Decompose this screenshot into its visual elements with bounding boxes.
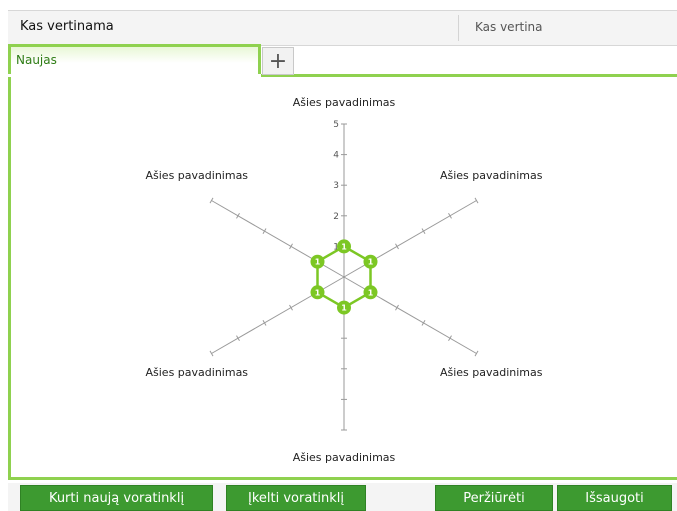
data-point-label: 1 [315, 258, 321, 267]
axis-tick [209, 197, 214, 204]
data-point-label: 1 [368, 288, 374, 297]
axis-tick [236, 212, 240, 219]
axis-tick [289, 304, 293, 311]
axis-label: Ašies pavadinimas [440, 169, 543, 182]
axis-label: Ašies pavadinimas [293, 451, 396, 464]
axis-tick [474, 350, 479, 357]
scale-tick-label: 4 [333, 151, 339, 161]
data-point-label: 1 [315, 288, 321, 297]
axis-label: Ašies pavadinimas [293, 96, 396, 109]
scale-tick-label: 5 [333, 120, 339, 130]
axis-label: Ašies pavadinimas [146, 366, 249, 379]
scale-tick-label: 3 [333, 181, 339, 191]
data-point-label: 1 [368, 258, 374, 267]
axis-line [343, 200, 477, 278]
axis-tick [421, 228, 426, 234]
data-point-label: 1 [341, 304, 347, 313]
axis-tick [262, 320, 267, 326]
axis-tick [209, 350, 214, 357]
axis-tick [448, 335, 452, 342]
axis-tick [421, 320, 426, 326]
scale-tick-label: 2 [333, 212, 339, 222]
axis-tick [289, 243, 293, 250]
axis-tick [395, 304, 399, 311]
axis-tick [448, 212, 452, 219]
axis-tick [395, 243, 399, 250]
axis-label: Ašies pavadinimas [146, 169, 249, 182]
axis-line [211, 200, 345, 278]
axis-line [343, 276, 477, 354]
radar-chart: 1 2 3 4 5 Ašies pavadinimas Ašies pavadinimas… [146, 96, 543, 464]
axis-line [211, 276, 345, 354]
axis-tick [474, 197, 479, 204]
axis-tick [262, 228, 267, 234]
radar-axes: 1 2 3 4 5 [209, 120, 479, 431]
axis-tick [236, 335, 240, 342]
axis-label: Ašies pavadinimas [440, 366, 543, 379]
data-point-label: 1 [341, 242, 347, 251]
